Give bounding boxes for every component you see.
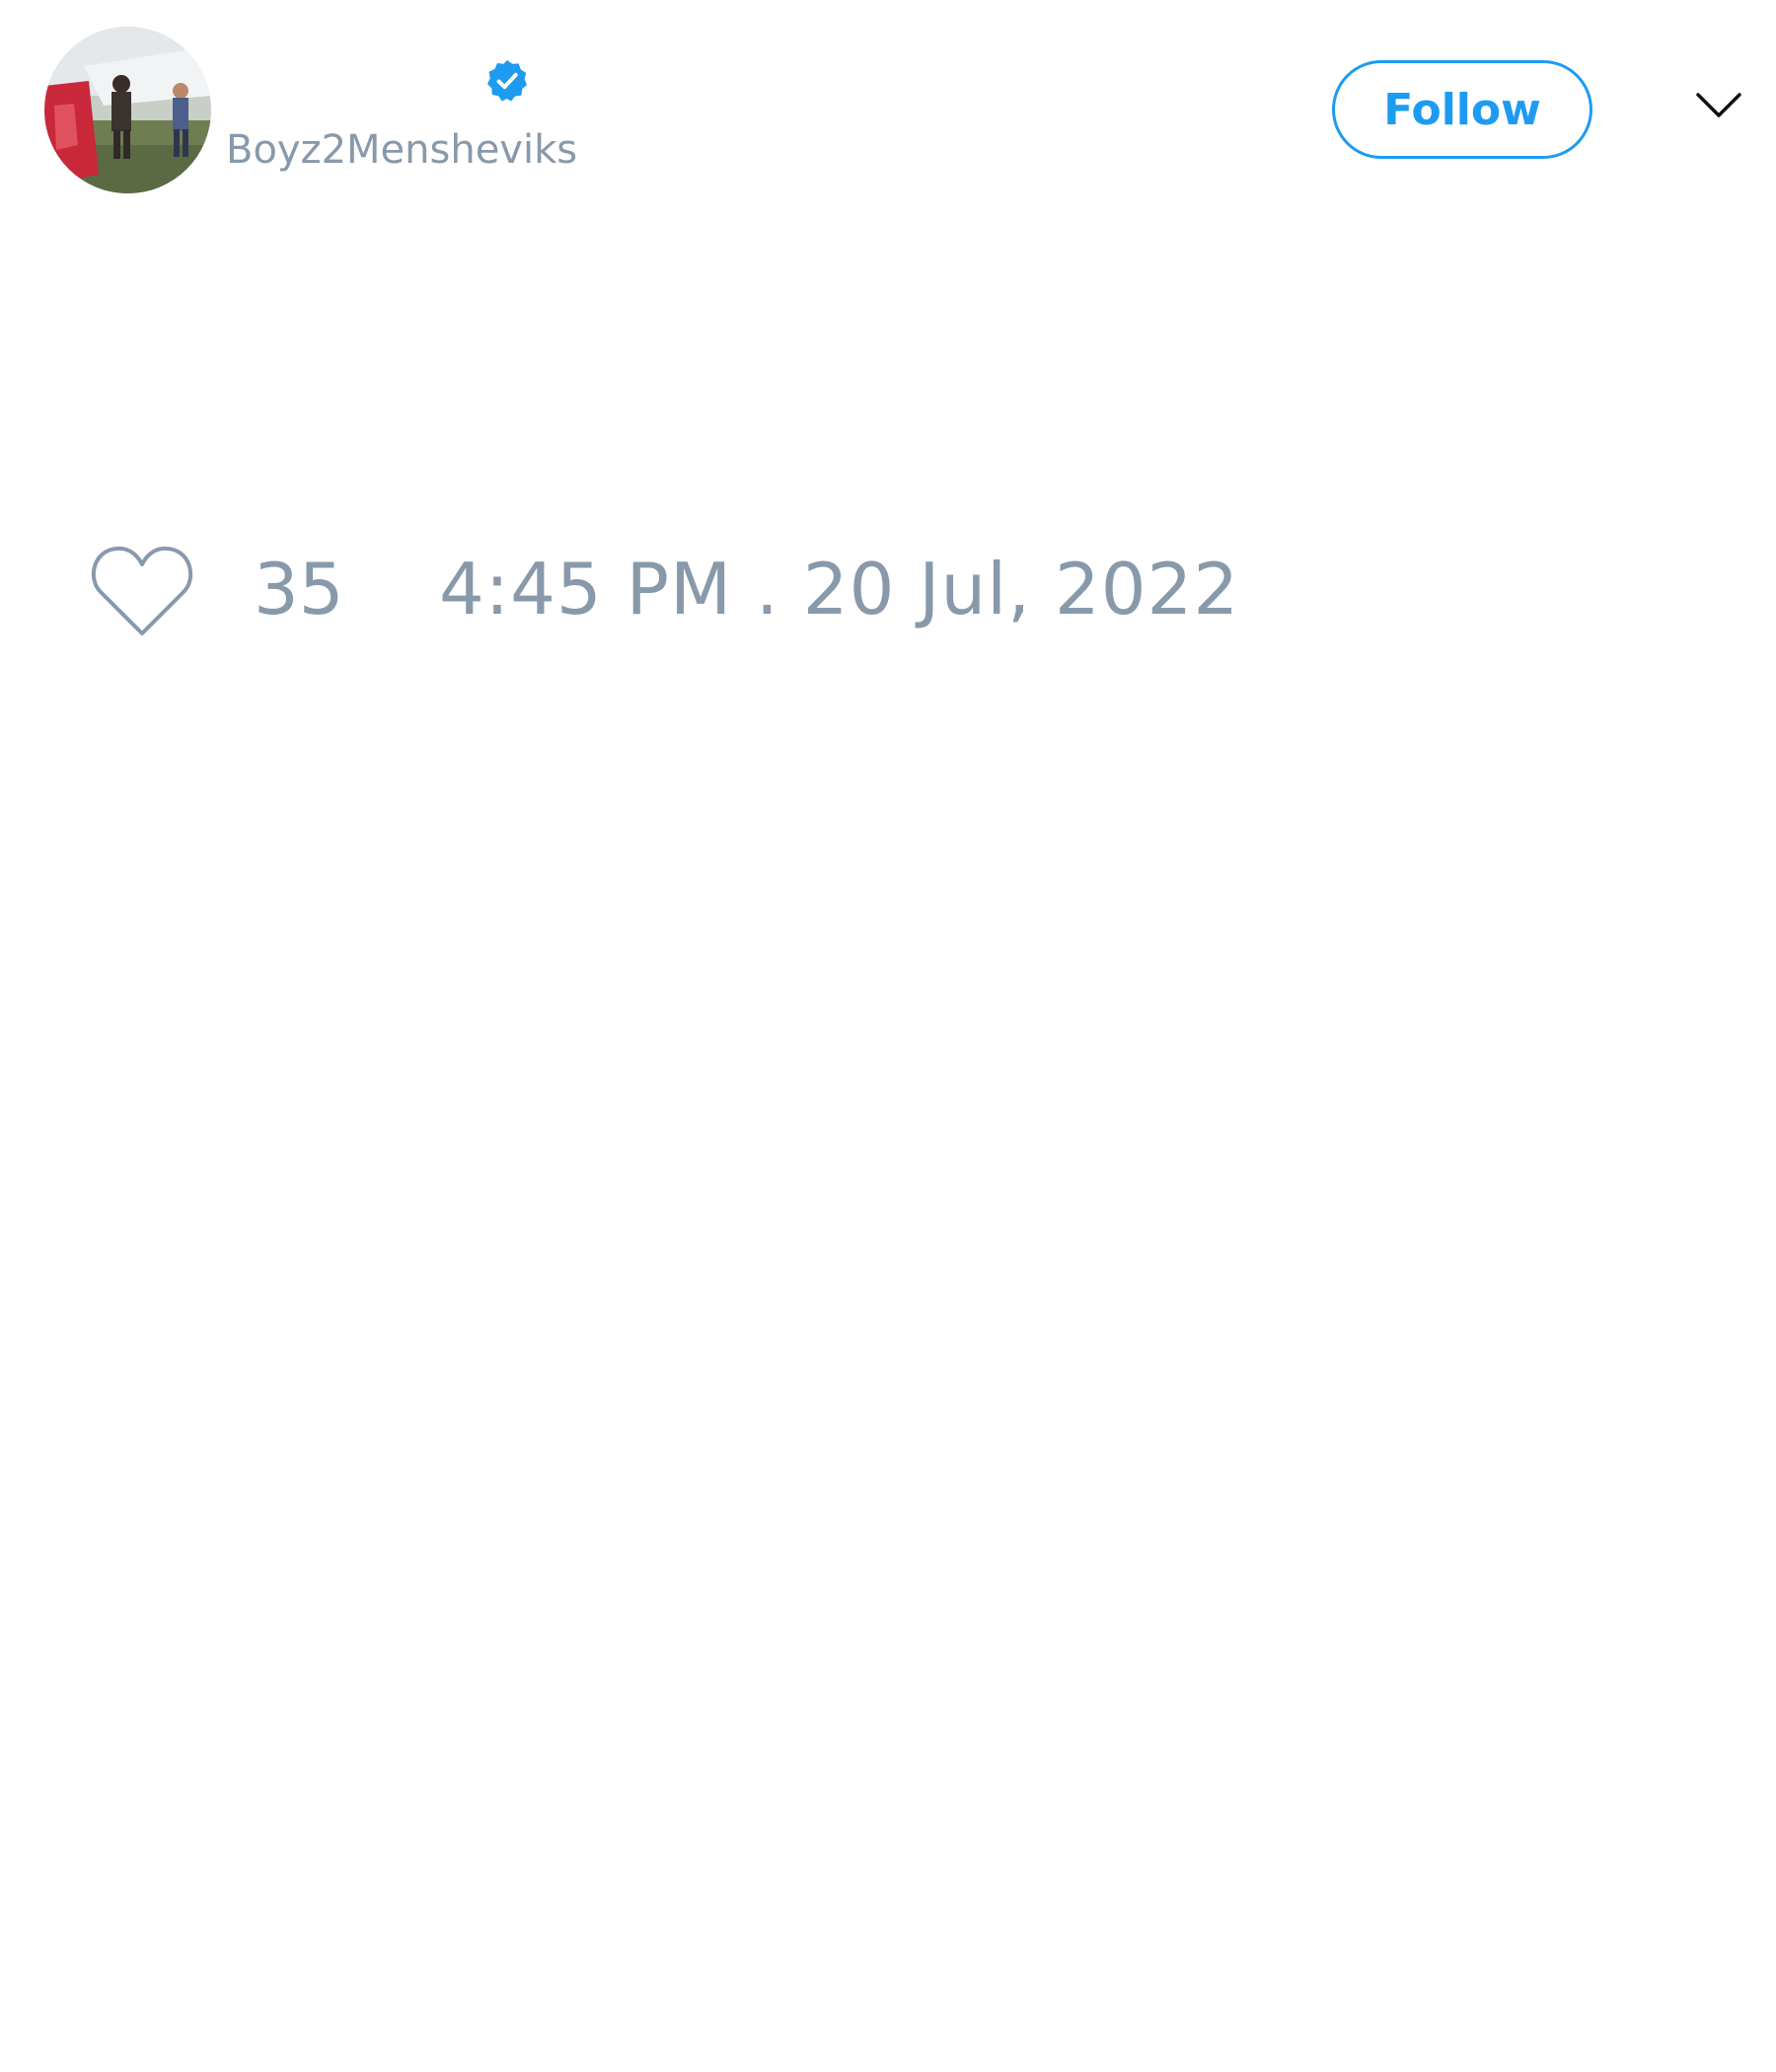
follow-button[interactable]: Follow bbox=[1332, 60, 1592, 159]
author-handle[interactable]: Boyz2Mensheviks bbox=[226, 126, 577, 174]
heart-outline-icon[interactable] bbox=[89, 544, 195, 638]
like-count: 35 bbox=[254, 548, 344, 630]
tweet-timestamp[interactable]: 4:45 PM . 20 Jul, 2022 bbox=[439, 546, 1239, 632]
chevron-down-icon[interactable] bbox=[1695, 91, 1742, 120]
author-avatar[interactable] bbox=[44, 27, 211, 193]
verified-badge-icon bbox=[487, 60, 527, 102]
avatar-photo-icon bbox=[44, 27, 211, 193]
